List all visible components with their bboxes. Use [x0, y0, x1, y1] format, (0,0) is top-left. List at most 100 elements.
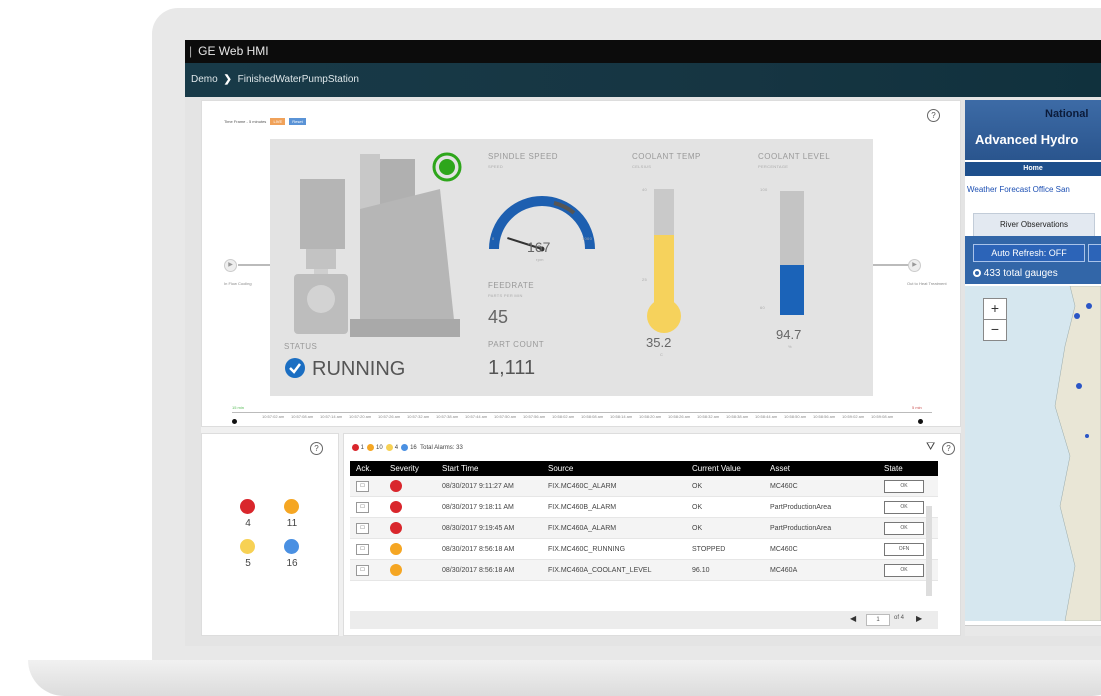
coolant-level-tick-bottom: 60 [760, 305, 766, 310]
play-icon[interactable]: ▶ [908, 259, 921, 272]
level-bar-fill [780, 265, 804, 315]
column-header[interactable]: Ack. [350, 461, 384, 476]
next-page-icon[interactable]: ▶ [916, 614, 922, 623]
state-button[interactable]: OK [884, 563, 924, 577]
current-value: OK [692, 524, 703, 532]
info-alarm-icon[interactable] [284, 539, 299, 554]
breadcrumb-current[interactable]: FinishedWaterPumpStation [238, 74, 359, 85]
ack-checkbox: ☐ [350, 559, 384, 581]
toolbar-button[interactable] [1088, 244, 1101, 262]
caution-alarm-icon [386, 444, 394, 451]
source-cell: FIX.MC460C_ALARM [542, 476, 686, 497]
timeline-tick-label: 10:57:38 am [436, 414, 459, 419]
screen: | GE Web HMI Demo ❯ FinishedWaterPumpStat… [185, 40, 1101, 646]
spindle-min: 0 [492, 236, 495, 241]
current-value: OK [692, 503, 703, 511]
state-button[interactable]: OK [884, 500, 924, 514]
warning-alarm-icon [390, 564, 402, 576]
timeline-start-handle[interactable] [232, 419, 237, 424]
table-row[interactable]: ☐ 08/30/2017 9:19:45 AM FIX.MC460A_ALARM OK… [350, 517, 938, 539]
warning-count: 11 [286, 518, 298, 529]
ack-checkbox-box[interactable]: ☐ [356, 564, 369, 576]
start-time: 08/30/2017 8:56:18 AM [442, 566, 515, 574]
warning-alarm-icon [390, 543, 402, 555]
current-value: STOPPED [692, 545, 726, 553]
timeline-tick-label: 10:59:08 am [871, 414, 894, 419]
title-bar: | GE Web HMI [185, 40, 1101, 63]
state-button[interactable]: OFN [884, 542, 924, 556]
ack-checkbox: ☐ [350, 517, 384, 539]
source-cell: FIX.MC460B_ALARM [542, 496, 686, 518]
column-header[interactable]: Start Time [436, 461, 542, 476]
laptop-base [28, 660, 1101, 696]
warning-alarm-icon[interactable] [284, 499, 299, 514]
app-title: GE Web HMI [198, 44, 269, 58]
gauge-map[interactable]: + − [965, 286, 1101, 621]
live-button[interactable]: LIVE [270, 118, 286, 125]
zoom-in-button[interactable]: + [983, 298, 1007, 320]
state-button[interactable]: OK [884, 521, 924, 535]
column-header[interactable]: Asset [764, 461, 878, 476]
timeline-end-handle[interactable] [918, 419, 923, 424]
pager-bar: ◀ 1 of 4 ▶ [350, 611, 938, 629]
column-header[interactable]: Source [542, 461, 686, 476]
alarm-table-header: Ack. Severity Start Time Source Current … [350, 461, 938, 476]
ack-checkbox: ☐ [350, 538, 384, 560]
help-icon[interactable]: ? [927, 109, 940, 122]
check-circle-icon [285, 358, 305, 378]
column-header[interactable]: State [878, 461, 938, 476]
asset-cell: MC460C [764, 538, 878, 560]
critical-alarm-icon[interactable] [240, 499, 255, 514]
breadcrumb-root[interactable]: Demo [191, 74, 218, 85]
auto-refresh-button[interactable]: Auto Refresh: OFF [973, 244, 1085, 262]
spindle-max: 1000 [582, 236, 593, 241]
table-row[interactable]: ☐ 08/30/2017 9:18:11 AM FIX.MC460B_ALARM OK… [350, 496, 938, 518]
timeline-tick-label: 10:58:08 am [581, 414, 604, 419]
ack-checkbox-box[interactable]: ☐ [356, 480, 369, 492]
column-header[interactable]: Current Value [686, 461, 764, 476]
zoom-out-button[interactable]: − [983, 319, 1007, 341]
source: FIX.MC460B_ALARM [548, 503, 617, 511]
horizontal-scrollbar[interactable] [965, 625, 1101, 636]
spindle-speed-value: 167 [527, 239, 551, 255]
caution-alarm-icon[interactable] [240, 539, 255, 554]
page-select[interactable]: 1 [866, 614, 890, 626]
help-icon[interactable]: ? [310, 442, 323, 455]
table-row[interactable]: ☐ 08/30/2017 8:56:18 AM FIX.MC460A_COOLANT… [350, 559, 938, 581]
critical-alarm-icon [390, 522, 402, 534]
river-observations-tab[interactable]: River Observations [973, 213, 1095, 237]
timeline: 15 min 5 min 10:57:02 am 10:57:08 am 10:57… [232, 405, 932, 420]
radio-icon[interactable] [973, 269, 981, 278]
timeline-tick-label: 10:57:26 am [378, 414, 401, 419]
alarm-list-panel: 1 10 4 16 Total Alarms: 33 ⛛ ? Ack. Seve… [343, 433, 961, 636]
start-time-cell: 08/30/2017 9:11:27 AM [436, 476, 542, 497]
thermometer-fill [654, 234, 674, 309]
table-scrollbar[interactable] [926, 506, 932, 596]
spindle-speed-unit: rpm [536, 257, 544, 262]
ack-checkbox-box[interactable]: ☐ [356, 522, 369, 534]
timeline-tick-label: 10:58:32 am [697, 414, 720, 419]
prev-page-icon[interactable]: ◀ [850, 614, 856, 623]
state-button[interactable]: OK [884, 479, 924, 493]
ack-checkbox-box[interactable]: ☐ [356, 543, 369, 555]
asset: PartProductionArea [770, 524, 832, 532]
column-header[interactable]: Severity [384, 461, 436, 476]
reset-button[interactable]: Reset [289, 118, 306, 125]
table-row[interactable]: ☐ 08/30/2017 8:56:18 AM FIX.MC460C_RUNNING… [350, 538, 938, 560]
coolant-level-title: COOLANT LEVEL [758, 152, 831, 161]
coolant-temp-value: 35.2 [646, 335, 672, 350]
home-tab[interactable]: Home [965, 162, 1101, 176]
value-cell: OK [686, 476, 764, 497]
timeline-tick-label: 10:58:14 am [610, 414, 633, 419]
help-icon[interactable]: ? [942, 442, 955, 455]
play-icon[interactable]: ▶ [224, 259, 237, 272]
severity-cell [384, 538, 436, 560]
coolant-level-value: 94.7 [776, 327, 802, 342]
part-count-title: PART COUNT [488, 340, 545, 349]
table-row[interactable]: ☐ 08/30/2017 9:11:27 AM FIX.MC460C_ALARM OK… [350, 476, 938, 497]
alarm-summary-bar: 1 10 4 16 Total Alarms: 33 [352, 444, 463, 451]
coolant-temp-tick-mid: 25 [642, 277, 648, 282]
ack-checkbox-box[interactable]: ☐ [356, 501, 369, 513]
filter-icon[interactable]: ⛛ [926, 441, 935, 454]
wfo-link[interactable]: Weather Forecast Office San [967, 185, 1070, 194]
